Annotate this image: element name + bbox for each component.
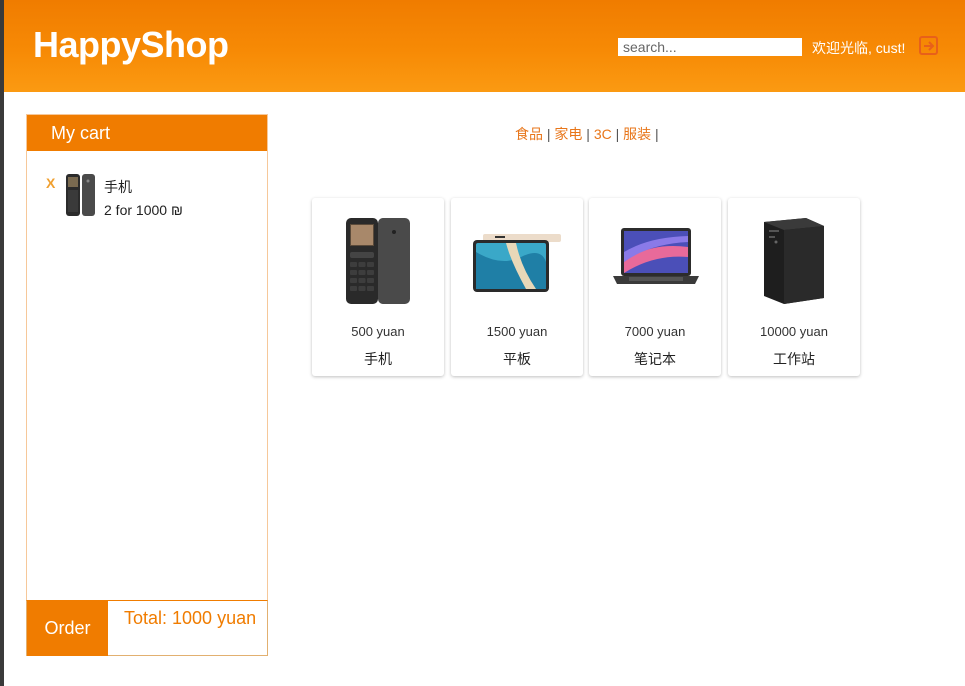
- logout-icon[interactable]: [918, 35, 940, 57]
- product-card[interactable]: 1500 yuan 平板: [451, 198, 583, 376]
- order-button[interactable]: Order: [27, 601, 108, 656]
- category-nav: 食品 | 家电 | 3C | 服装 |: [515, 126, 659, 142]
- logo[interactable]: HappyShop: [33, 24, 229, 66]
- phone-thumbnail: [66, 174, 95, 216]
- cart-item: X 手机 2 for 1000 ₪: [27, 173, 267, 223]
- product-name: 平板: [503, 351, 531, 367]
- product-price: 7000 yuan: [624, 324, 686, 339]
- product-price: 10000 yuan: [760, 324, 828, 339]
- product-price: 500 yuan: [351, 324, 405, 339]
- product-card[interactable]: 500 yuan 手机: [312, 198, 444, 376]
- cart-footer: Order Total: 1000 yuan: [26, 600, 268, 656]
- product-name: 工作站: [773, 351, 815, 367]
- remove-item-button[interactable]: X: [46, 175, 55, 191]
- category-link[interactable]: 家电: [554, 126, 582, 142]
- product-card[interactable]: 10000 yuan 工作站: [728, 198, 860, 376]
- category-link[interactable]: 食品: [515, 126, 543, 142]
- top-header: HappyShop 欢迎光临, cust!: [4, 0, 965, 92]
- phone-image: [346, 218, 410, 304]
- category-link[interactable]: 3C: [594, 126, 612, 142]
- window-edge: [0, 0, 4, 686]
- cart-item-name: 手机: [104, 179, 132, 195]
- cart-item-quantity: 2 for 1000 ₪: [104, 202, 183, 218]
- tablet-image: [473, 234, 561, 292]
- workstation-image: [764, 218, 824, 304]
- product-name: 笔记本: [634, 351, 676, 367]
- cart-total: Total: 1000 yuan: [124, 608, 257, 628]
- cart-title: My cart: [27, 115, 267, 151]
- product-name: 手机: [364, 351, 392, 367]
- product-card[interactable]: 7000 yuan 笔记本: [589, 198, 721, 376]
- cart-panel: My cart X 手机 2 for 1000 ₪ Order Total: 1…: [26, 114, 268, 656]
- product-price: 1500 yuan: [486, 324, 548, 339]
- welcome-text: 欢迎光临, cust!: [812, 40, 906, 56]
- category-link[interactable]: 服装: [623, 126, 651, 142]
- laptop-image: [613, 228, 699, 284]
- search-input[interactable]: [618, 38, 802, 56]
